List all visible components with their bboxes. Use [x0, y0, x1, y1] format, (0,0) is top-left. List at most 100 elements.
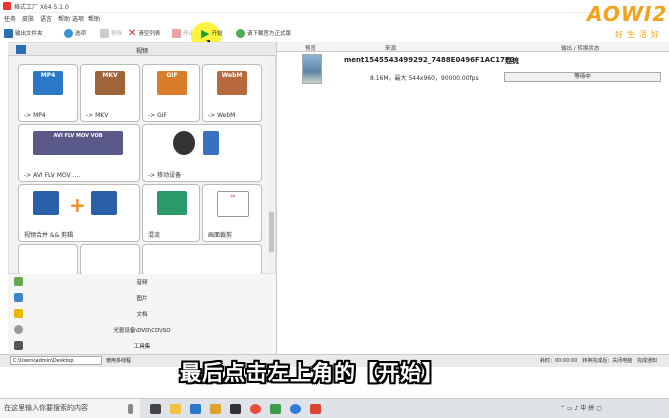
- caption-text: 最后点击左上角的【开始】: [180, 361, 444, 385]
- category-optical-label: 光驱设备\DVD\CD\ISO: [113, 328, 171, 334]
- menu-help[interactable]: 帮助: [58, 14, 70, 23]
- tile-merge-label: 视频合并 && 剪辑: [24, 232, 74, 239]
- category-document-label: 文档: [136, 312, 148, 318]
- download-official-link[interactable]: 请下载官方正式版: [236, 27, 291, 39]
- tile-crop[interactable]: ✂ 画面裁剪: [202, 184, 262, 242]
- plus-icon: +: [69, 193, 86, 217]
- header-preview: 预览: [305, 46, 317, 52]
- menu-bar: 任务 皮肤 语言 帮助 选项 帮助: [0, 13, 300, 24]
- remove-icon: [100, 28, 109, 38]
- channel-logo: AOWI2 好生活好: [583, 2, 669, 44]
- tile-mobile-device[interactable]: -> 移动设备: [142, 124, 262, 182]
- menu-task[interactable]: 任务: [4, 14, 16, 23]
- tile-webm[interactable]: WebM -> WebM: [202, 64, 262, 122]
- wechat-icon[interactable]: [270, 404, 281, 414]
- task-list-header: 预览 来源 输出 / 转换状态: [277, 42, 669, 52]
- webm-icon: WebM: [217, 71, 247, 95]
- tile-partial-3[interactable]: [142, 244, 262, 276]
- store-icon[interactable]: [190, 404, 201, 414]
- category-audio[interactable]: 音频: [8, 274, 276, 291]
- tile-partial-2[interactable]: [80, 244, 140, 276]
- category-image-label: 图片: [136, 296, 148, 302]
- notification-icon[interactable]: ▢: [596, 405, 602, 412]
- clear-list-button[interactable]: ✕ 清空列表: [128, 27, 160, 39]
- left-scrollbar-thumb[interactable]: [269, 212, 274, 252]
- avi-flv-mov-icon: AVI FLV MOV VOB: [33, 131, 123, 155]
- tile-mobile-label: -> 移动设备: [148, 172, 182, 179]
- folder-icon: [4, 28, 13, 38]
- menu-skin[interactable]: 皮肤: [22, 14, 34, 23]
- task-status: 等待中: [504, 72, 661, 82]
- left-scrollbar[interactable]: [268, 62, 275, 272]
- mp4-icon: MP4: [33, 71, 63, 95]
- category-document[interactable]: 文档: [8, 306, 276, 323]
- start-label: 开始: [211, 31, 223, 37]
- format-factory-taskbar-icon[interactable]: [310, 404, 321, 414]
- output-folder-label: 输出文件夹: [15, 31, 43, 37]
- category-audio-label: 音频: [136, 280, 148, 286]
- mux-icon: [157, 191, 187, 215]
- tile-webm-label: -> WebM: [208, 112, 236, 119]
- mkv-icon: MKV: [95, 71, 125, 95]
- tile-gif-label: -> GIF: [148, 112, 167, 119]
- options-label: 选项: [75, 31, 87, 37]
- logo-sub: 好生活好: [615, 30, 663, 39]
- chrome-icon[interactable]: [250, 404, 261, 414]
- remove-label: 移除: [111, 31, 123, 37]
- tile-mux-label: 混流: [148, 232, 161, 239]
- category-video[interactable]: 视频: [8, 44, 276, 56]
- system-tray[interactable]: ⌃ ▭ ♪ 中 拼 ▢: [560, 403, 602, 412]
- tile-merge-clip[interactable]: + 视频合并 && 剪辑: [18, 184, 140, 242]
- window-title: 格式工厂 X64 5.1.0: [14, 4, 69, 11]
- task-mode: 混流: [505, 57, 519, 65]
- crop-icon: ✂: [217, 191, 249, 217]
- output-folder-button[interactable]: 输出文件夹: [4, 27, 43, 39]
- tile-mkv[interactable]: MKV -> MKV: [80, 64, 140, 122]
- taskbar-search[interactable]: 在这里输入你要搜索的内容: [0, 399, 140, 418]
- app-icon: [3, 2, 11, 10]
- header-output-status: 输出 / 转换状态: [561, 46, 600, 52]
- subtitle-caption: 最后点击左上角的【开始】: [0, 350, 669, 392]
- download-tip-label: 请下载官方正式版: [247, 31, 292, 37]
- tile-crop-label: 画面裁剪: [208, 232, 233, 239]
- ime-mode-icon[interactable]: 拼: [588, 405, 594, 412]
- explorer-icon[interactable]: [170, 404, 181, 414]
- phone-icon: [203, 131, 219, 155]
- disc-icon: [173, 131, 195, 155]
- film-icon: [33, 191, 59, 215]
- video-thumbnail: [302, 54, 322, 84]
- tile-avi-flv-mov[interactable]: AVI FLV MOV VOB -> AVI FLV MOV ....: [18, 124, 140, 182]
- tile-partial-1[interactable]: [18, 244, 78, 276]
- tile-avi-flv-mov-label: -> AVI FLV MOV ....: [24, 172, 81, 179]
- ime-icon[interactable]: 中: [580, 405, 586, 412]
- options-icon: [64, 28, 73, 38]
- folder-taskbar-icon[interactable]: [210, 404, 221, 414]
- stop-icon: [172, 28, 181, 38]
- clear-x-icon: ✕: [128, 27, 137, 39]
- category-toolbox-label: 工具集: [133, 344, 151, 350]
- tile-mkv-label: -> MKV: [86, 112, 109, 119]
- tile-gif[interactable]: GIF -> GIF: [142, 64, 200, 122]
- tile-mp4-label: -> MP4: [24, 112, 46, 119]
- network-icon[interactable]: ▭: [567, 405, 573, 412]
- category-image[interactable]: 图片: [8, 290, 276, 307]
- tile-mux[interactable]: 混流: [142, 184, 200, 242]
- header-source: 来源: [385, 46, 397, 52]
- tile-mp4[interactable]: MP4 -> MP4: [18, 64, 78, 122]
- menu-language[interactable]: 语言: [40, 14, 52, 23]
- browser-icon[interactable]: [290, 404, 301, 414]
- scissors-film-icon: [91, 191, 117, 215]
- menu-help-2[interactable]: 帮助: [88, 14, 100, 23]
- app-taskbar-icon[interactable]: [230, 404, 241, 414]
- menu-options[interactable]: 选项: [72, 14, 84, 23]
- remove-button[interactable]: 移除: [100, 27, 122, 39]
- volume-icon[interactable]: ♪: [575, 405, 579, 412]
- task-list-panel: [276, 42, 669, 354]
- category-optical[interactable]: 光驱设备\DVD\CD\ISO: [8, 322, 276, 339]
- task-filename: ment1545543499292_7488E0496F1AC17F0: [344, 56, 515, 64]
- chevron-up-icon[interactable]: ⌃: [560, 405, 565, 412]
- options-button[interactable]: 选项: [64, 27, 86, 39]
- task-view-icon[interactable]: [150, 404, 161, 414]
- task-info: 8.16M，最大 544x960，90000.00fps: [370, 75, 479, 82]
- mic-icon[interactable]: [128, 404, 133, 414]
